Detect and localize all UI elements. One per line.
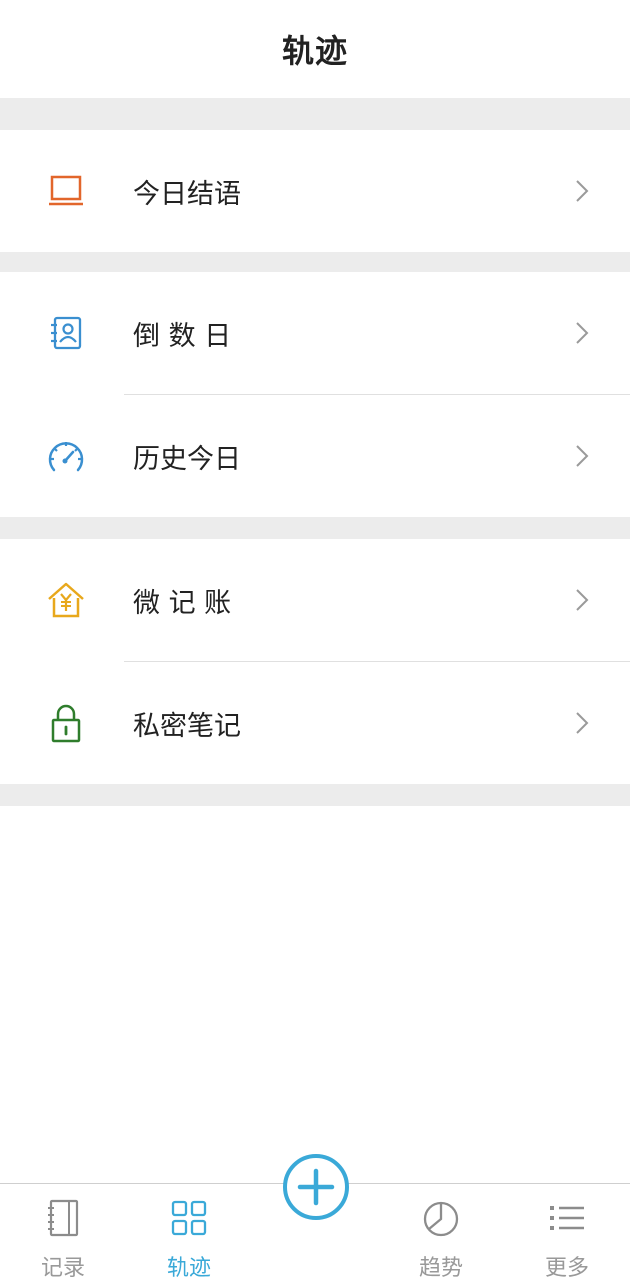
list-item-countdown[interactable]: 倒 数 日 <box>0 272 630 394</box>
tab-records[interactable]: 记录 <box>0 1184 126 1280</box>
list-item-history-today[interactable]: 历史今日 <box>0 395 630 517</box>
tab-more[interactable]: 更多 <box>504 1184 630 1280</box>
speedometer-icon <box>46 436 86 476</box>
list-item-label: 私密笔记 <box>133 710 241 742</box>
list-icon <box>550 1206 584 1230</box>
tab-label: 趋势 <box>418 1256 463 1280</box>
plus-icon <box>297 1168 335 1206</box>
chevron-right-icon <box>576 445 589 467</box>
section-gap <box>0 252 630 272</box>
chevron-right-icon <box>576 180 589 202</box>
tab-label: 轨迹 <box>166 1256 211 1280</box>
tab-label: 记录 <box>40 1256 85 1280</box>
list-item-label: 微 记 账 <box>133 587 232 619</box>
chevron-right-icon <box>576 589 589 611</box>
grid-icon <box>171 1200 207 1236</box>
list-item-label: 倒 数 日 <box>133 320 232 352</box>
contact-card-icon <box>46 313 86 353</box>
notebook-icon <box>48 1199 79 1237</box>
chevron-right-icon <box>576 322 589 344</box>
list-item-private-notes[interactable]: 私密笔记 <box>0 662 630 784</box>
page-header: 轨迹 <box>0 0 630 98</box>
laptop-icon <box>46 171 86 211</box>
tab-track[interactable]: 轨迹 <box>126 1184 252 1280</box>
tab-label: 更多 <box>544 1256 589 1280</box>
list-item-label: 历史今日 <box>133 443 241 475</box>
tab-trends[interactable]: 趋势 <box>378 1184 504 1280</box>
pie-chart-icon <box>423 1201 459 1237</box>
add-button[interactable] <box>283 1154 349 1220</box>
list-item-bookkeeping[interactable]: 微 记 账 <box>0 539 630 661</box>
section-gap <box>0 98 630 130</box>
chevron-right-icon <box>576 712 589 734</box>
list-item-label: 今日结语 <box>133 178 241 210</box>
page-title: 轨迹 <box>281 32 348 70</box>
list-item-today-summary[interactable]: 今日结语 <box>0 130 630 252</box>
padlock-icon <box>46 703 86 743</box>
section-gap <box>0 784 630 806</box>
section-gap <box>0 517 630 539</box>
house-yen-icon <box>46 580 86 620</box>
